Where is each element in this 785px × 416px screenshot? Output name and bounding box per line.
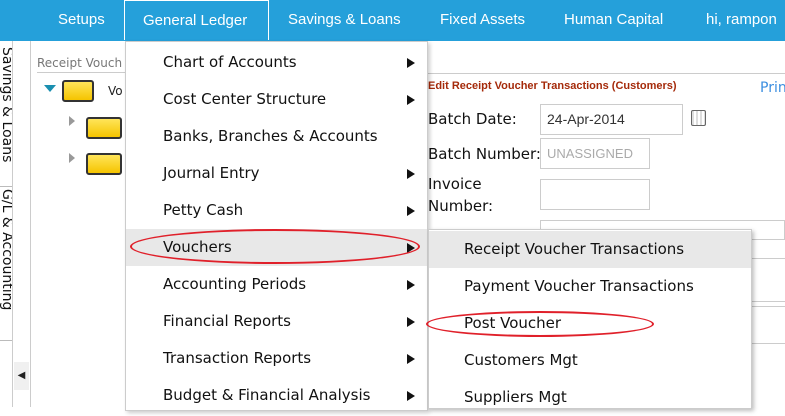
annotation-ellipse-vouchers	[130, 229, 420, 264]
nav-human-capital[interactable]: Human Capital	[564, 0, 663, 40]
calendar-icon[interactable]	[691, 110, 706, 126]
menu-budget-analysis[interactable]: Budget & Financial Analysis	[126, 377, 427, 414]
tab-savings-loans[interactable]: Savings & Loans	[0, 45, 12, 187]
tab-label: Savings & Loans	[0, 47, 12, 163]
submenu-arrow-icon	[407, 317, 415, 327]
folder-icon	[86, 153, 122, 175]
divider	[752, 343, 785, 344]
submenu-arrow-icon	[407, 169, 415, 179]
folder-icon	[86, 117, 122, 139]
submenu-suppliers-mgt[interactable]: Suppliers Mgt	[429, 379, 751, 416]
tree-title: Receipt Vouch	[37, 56, 127, 73]
menu-label: Petty Cash	[163, 201, 244, 219]
batch-number-label: Batch Number:	[428, 145, 541, 163]
submenu-customers-mgt[interactable]: Customers Mgt	[429, 342, 751, 379]
divider	[752, 258, 785, 259]
collapse-panel-button[interactable]: ◀	[14, 362, 29, 390]
divider	[752, 306, 785, 307]
tab-label: G/L & Accounting	[0, 189, 12, 311]
side-tabs: Savings & Loans G/L & Accounting	[0, 41, 13, 407]
menu-transaction-reports[interactable]: Transaction Reports	[126, 340, 427, 377]
menu-financial-reports[interactable]: Financial Reports	[126, 303, 427, 340]
general-ledger-menu: Chart of Accounts Cost Center Structure …	[125, 41, 428, 411]
submenu-arrow-icon	[407, 391, 415, 401]
submenu-arrow-icon	[407, 280, 415, 290]
user-menu[interactable]: hi, rampon	[706, 0, 777, 40]
divider	[428, 73, 785, 74]
submenu-arrow-icon	[407, 58, 415, 68]
print-link[interactable]: Prin	[760, 80, 785, 96]
menu-label: Chart of Accounts	[163, 53, 297, 71]
expand-icon[interactable]	[69, 153, 75, 163]
nav-fixed-assets[interactable]: Fixed Assets	[440, 0, 525, 40]
expand-icon[interactable]	[44, 85, 56, 92]
panel-divider	[30, 41, 31, 407]
menu-label: Cost Center Structure	[163, 90, 327, 108]
menu-petty-cash[interactable]: Petty Cash	[126, 192, 427, 229]
batch-number-input[interactable]: UNASSIGNED	[540, 138, 650, 169]
menu-label: Transaction Reports	[163, 349, 312, 367]
submenu-payment-voucher[interactable]: Payment Voucher Transactions	[429, 268, 751, 305]
expand-icon[interactable]	[69, 116, 75, 126]
invoice-label: Invoice	[428, 175, 482, 193]
submenu-arrow-icon	[407, 95, 415, 105]
invoice-number-input[interactable]	[540, 179, 650, 210]
tab-gl-accounting[interactable]: G/L & Accounting	[0, 187, 12, 341]
menu-banks[interactable]: Banks, Branches & Accounts	[126, 118, 427, 155]
form-title: Edit Receipt Voucher Transactions (Custo…	[428, 80, 677, 92]
batch-date-label: Batch Date:	[428, 110, 517, 128]
batch-date-input[interactable]: 24-Apr-2014	[540, 104, 683, 135]
nav-setups[interactable]: Setups	[58, 0, 105, 40]
menu-cost-center[interactable]: Cost Center Structure	[126, 81, 427, 118]
menu-label: Budget & Financial Analysis	[163, 386, 371, 404]
nav-savings-loans[interactable]: Savings & Loans	[288, 0, 401, 40]
submenu-arrow-icon	[407, 206, 415, 216]
divider	[752, 301, 785, 302]
invoice-label-2: Number:	[428, 197, 494, 215]
menu-journal-entry[interactable]: Journal Entry	[126, 155, 427, 192]
menu-label: Accounting Periods	[163, 275, 307, 293]
menu-accounting-periods[interactable]: Accounting Periods	[126, 266, 427, 303]
folder-icon	[62, 80, 94, 102]
top-nav: Setups General Ledger Savings & Loans Fi…	[0, 0, 785, 41]
tree-root-label[interactable]: Vo	[108, 84, 123, 98]
menu-chart-of-accounts[interactable]: Chart of Accounts	[126, 44, 427, 81]
nav-general-ledger[interactable]: General Ledger	[124, 0, 269, 40]
annotation-ellipse-post-voucher	[426, 311, 654, 337]
submenu-receipt-voucher[interactable]: Receipt Voucher Transactions	[429, 231, 751, 268]
submenu-arrow-icon	[407, 354, 415, 364]
menu-label: Banks, Branches & Accounts	[163, 127, 378, 145]
menu-label: Journal Entry	[163, 164, 260, 182]
menu-label: Financial Reports	[163, 312, 291, 330]
